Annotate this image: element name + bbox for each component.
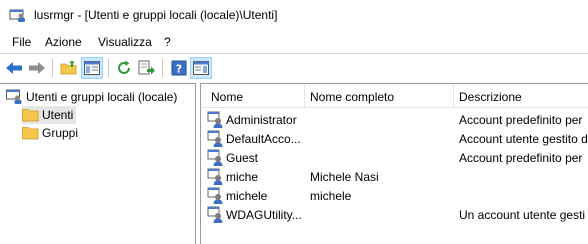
table-row[interactable]: WDAGUtility... Un account utente gesti [201, 205, 588, 224]
forward-button[interactable] [26, 57, 48, 79]
menu-file[interactable]: File [12, 35, 31, 49]
tree-item-utenti[interactable]: Utenti [22, 106, 77, 124]
table-row[interactable]: DefaultAcco... Account utente gestito d [201, 129, 588, 148]
table-row[interactable]: Administrator Account predefinito per [201, 110, 588, 129]
user-icon [207, 130, 223, 147]
user-name: WDAGUtility... [226, 208, 302, 222]
user-description: Account utente gestito d [459, 132, 588, 146]
column-header-descrizione[interactable]: Descrizione [459, 90, 522, 104]
refresh-icon [118, 60, 130, 74]
back-arrow-icon [6, 62, 22, 74]
users-management-icon [9, 9, 25, 22]
user-icon [207, 168, 223, 185]
show-hide-tree-icon [84, 61, 100, 75]
tree-root-label: Utenti e gruppi locali (locale) [26, 90, 178, 104]
table-row[interactable]: miche Michele Nasi [201, 167, 588, 186]
svg-text:?: ? [176, 63, 182, 76]
user-icon [207, 111, 223, 128]
tree-item-label: Gruppi [42, 126, 79, 140]
toolbar: ? [0, 53, 588, 81]
show-hide-action-pane-icon [193, 61, 209, 75]
user-full-name: Michele Nasi [310, 170, 379, 184]
up-folder-icon [60, 60, 77, 75]
tree-pane: Utenti e gruppi locali (locale) Utenti G… [0, 83, 196, 244]
back-button[interactable] [3, 57, 25, 79]
help-icon: ? [171, 60, 187, 76]
menu-bar: File Azione Visualizza ? [0, 31, 588, 53]
column-divider[interactable] [453, 84, 454, 107]
tree-item-gruppi[interactable]: Gruppi [22, 124, 81, 142]
user-icon [207, 149, 223, 166]
user-full-name: michele [310, 189, 352, 203]
tree-item-label: Utenti [42, 108, 74, 122]
show-hide-action-pane-button[interactable] [190, 57, 212, 79]
export-list-icon [138, 60, 155, 75]
refresh-button[interactable] [113, 57, 135, 79]
toolbar-separator [108, 59, 109, 77]
folder-icon [22, 109, 39, 122]
forward-arrow-icon [29, 62, 45, 74]
menu-visualizza[interactable]: Visualizza [98, 35, 152, 49]
toolbar-separator [52, 59, 53, 77]
user-name: Guest [226, 151, 259, 165]
show-hide-tree-button[interactable] [81, 57, 103, 79]
column-divider[interactable] [304, 84, 305, 107]
user-description: Account predefinito per [459, 151, 583, 165]
folder-icon [22, 127, 39, 140]
export-list-button[interactable] [136, 57, 158, 79]
user-icon [207, 187, 223, 204]
user-name: miche [226, 170, 259, 184]
computer-users-icon [6, 89, 22, 104]
table-row[interactable]: Guest Account predefinito per [201, 148, 588, 167]
user-icon [207, 206, 223, 223]
tree-root-local-users-groups[interactable]: Utenti e gruppi locali (locale) [6, 88, 180, 106]
table-row[interactable]: michele michele [201, 186, 588, 205]
toolbar-separator [162, 59, 163, 77]
menu-azione[interactable]: Azione [45, 35, 82, 49]
column-header-nome[interactable]: Nome [211, 90, 243, 104]
user-name: michele [226, 189, 268, 203]
user-name: DefaultAcco... [226, 132, 301, 146]
help-button[interactable]: ? [168, 57, 190, 79]
user-description: Account predefinito per [459, 113, 583, 127]
column-header-nome-completo[interactable]: Nome completo [310, 90, 394, 104]
users-list-pane: Nome Nome completo Descrizione Administr… [200, 83, 588, 244]
window-title: lusrmgr - [Utenti e gruppi locali (local… [34, 8, 278, 22]
title-bar: lusrmgr - [Utenti e gruppi locali (local… [0, 0, 588, 31]
user-description: Un account utente gesti [459, 208, 586, 222]
menu-help[interactable]: ? [164, 35, 171, 49]
up-level-button[interactable] [58, 57, 80, 79]
list-header: Nome Nome completo Descrizione [201, 84, 588, 108]
user-name: Administrator [226, 113, 297, 127]
